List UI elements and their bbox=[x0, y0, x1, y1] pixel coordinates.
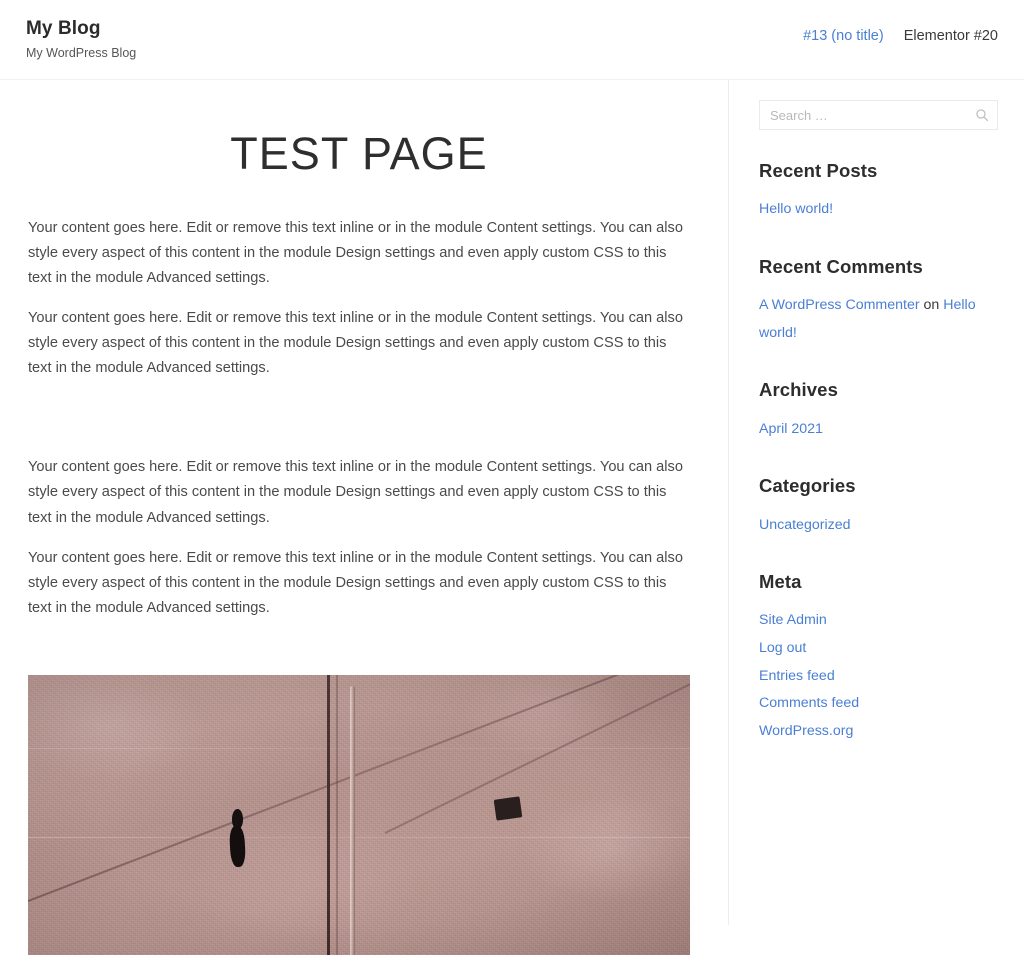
site-body: TEST PAGE Your content goes here. Edit o… bbox=[0, 80, 1024, 955]
meta-list: Site Admin Log out Entries feed Comments… bbox=[759, 607, 998, 745]
archive-link-april-2021[interactable]: April 2021 bbox=[759, 421, 823, 437]
meta-link-entries-feed[interactable]: Entries feed bbox=[759, 668, 835, 684]
content-paragraph: Your content goes here. Edit or remove t… bbox=[28, 219, 683, 286]
widget-title-meta: Meta bbox=[759, 571, 802, 593]
comment-author-link[interactable]: A WordPress Commenter bbox=[759, 297, 920, 313]
nav-item-13-no-title[interactable]: #13 (no title) bbox=[803, 28, 884, 44]
content-paragraph: Your content goes here. Edit or remove t… bbox=[28, 310, 683, 377]
primary-navigation: #13 (no title) Elementor #20 bbox=[803, 0, 998, 44]
category-link-uncategorized[interactable]: Uncategorized bbox=[759, 517, 851, 533]
site-header: My Blog My WordPress Blog #13 (no title)… bbox=[0, 0, 1024, 80]
comment-separator: on bbox=[919, 297, 944, 314]
content-figure bbox=[0, 674, 728, 955]
widget-archives: Archives April 2021 bbox=[759, 379, 998, 443]
site-tagline: My WordPress Blog bbox=[26, 45, 137, 60]
content-paragraph: Your content goes here. Edit or remove t… bbox=[28, 549, 683, 616]
meta-link-log-out[interactable]: Log out bbox=[759, 640, 806, 656]
aerial-ground-photo bbox=[28, 674, 690, 955]
widget-title-recent-comments: Recent Comments bbox=[759, 255, 923, 277]
list-item: A WordPress Commenter on Hello world! bbox=[759, 292, 998, 347]
content-paragraph: Your content goes here. Edit or remove t… bbox=[28, 459, 683, 526]
search-icon bbox=[975, 108, 989, 122]
widget-title-categories: Categories bbox=[759, 475, 856, 497]
list-item: Comments feed bbox=[759, 690, 998, 718]
search-submit-button[interactable] bbox=[972, 105, 992, 125]
nav-item-elementor-20[interactable]: Elementor #20 bbox=[904, 28, 998, 44]
list-item: Log out bbox=[759, 635, 998, 663]
main-content: TEST PAGE Your content goes here. Edit o… bbox=[0, 80, 728, 955]
widget-meta: Meta Site Admin Log out Entries feed Com… bbox=[759, 571, 998, 746]
list-item: April 2021 bbox=[759, 416, 998, 444]
meta-link-wordpress-org[interactable]: WordPress.org bbox=[759, 723, 853, 739]
widget-recent-posts: Recent Posts Hello world! bbox=[759, 160, 998, 224]
categories-list: Uncategorized bbox=[759, 512, 998, 540]
photo-vignette bbox=[28, 674, 690, 955]
widget-recent-comments: Recent Comments A WordPress Commenter on… bbox=[759, 256, 998, 348]
list-item: WordPress.org bbox=[759, 718, 998, 746]
list-item: Hello world! bbox=[759, 196, 998, 224]
site-branding: My Blog My WordPress Blog bbox=[26, 0, 136, 61]
search-input[interactable] bbox=[759, 100, 998, 130]
search-form bbox=[759, 100, 998, 130]
archives-list: April 2021 bbox=[759, 416, 998, 444]
meta-link-comments-feed[interactable]: Comments feed bbox=[759, 695, 859, 711]
entry-content: Your content goes here. Edit or remove t… bbox=[0, 216, 728, 621]
recent-post-link-hello-world[interactable]: Hello world! bbox=[759, 201, 833, 217]
widget-categories: Categories Uncategorized bbox=[759, 475, 998, 539]
sidebar: Recent Posts Hello world! Recent Comment… bbox=[728, 80, 1024, 925]
recent-comments-list: A WordPress Commenter on Hello world! bbox=[759, 292, 998, 347]
widget-title-archives: Archives bbox=[759, 379, 838, 401]
meta-link-site-admin[interactable]: Site Admin bbox=[759, 612, 827, 628]
widget-title-recent-posts: Recent Posts bbox=[759, 160, 878, 181]
list-item: Uncategorized bbox=[759, 512, 998, 540]
site-title[interactable]: My Blog bbox=[26, 18, 136, 41]
list-item: Site Admin bbox=[759, 607, 998, 635]
list-item: Entries feed bbox=[759, 663, 998, 691]
page-title: TEST PAGE bbox=[230, 128, 488, 179]
recent-posts-list: Hello world! bbox=[759, 196, 998, 224]
